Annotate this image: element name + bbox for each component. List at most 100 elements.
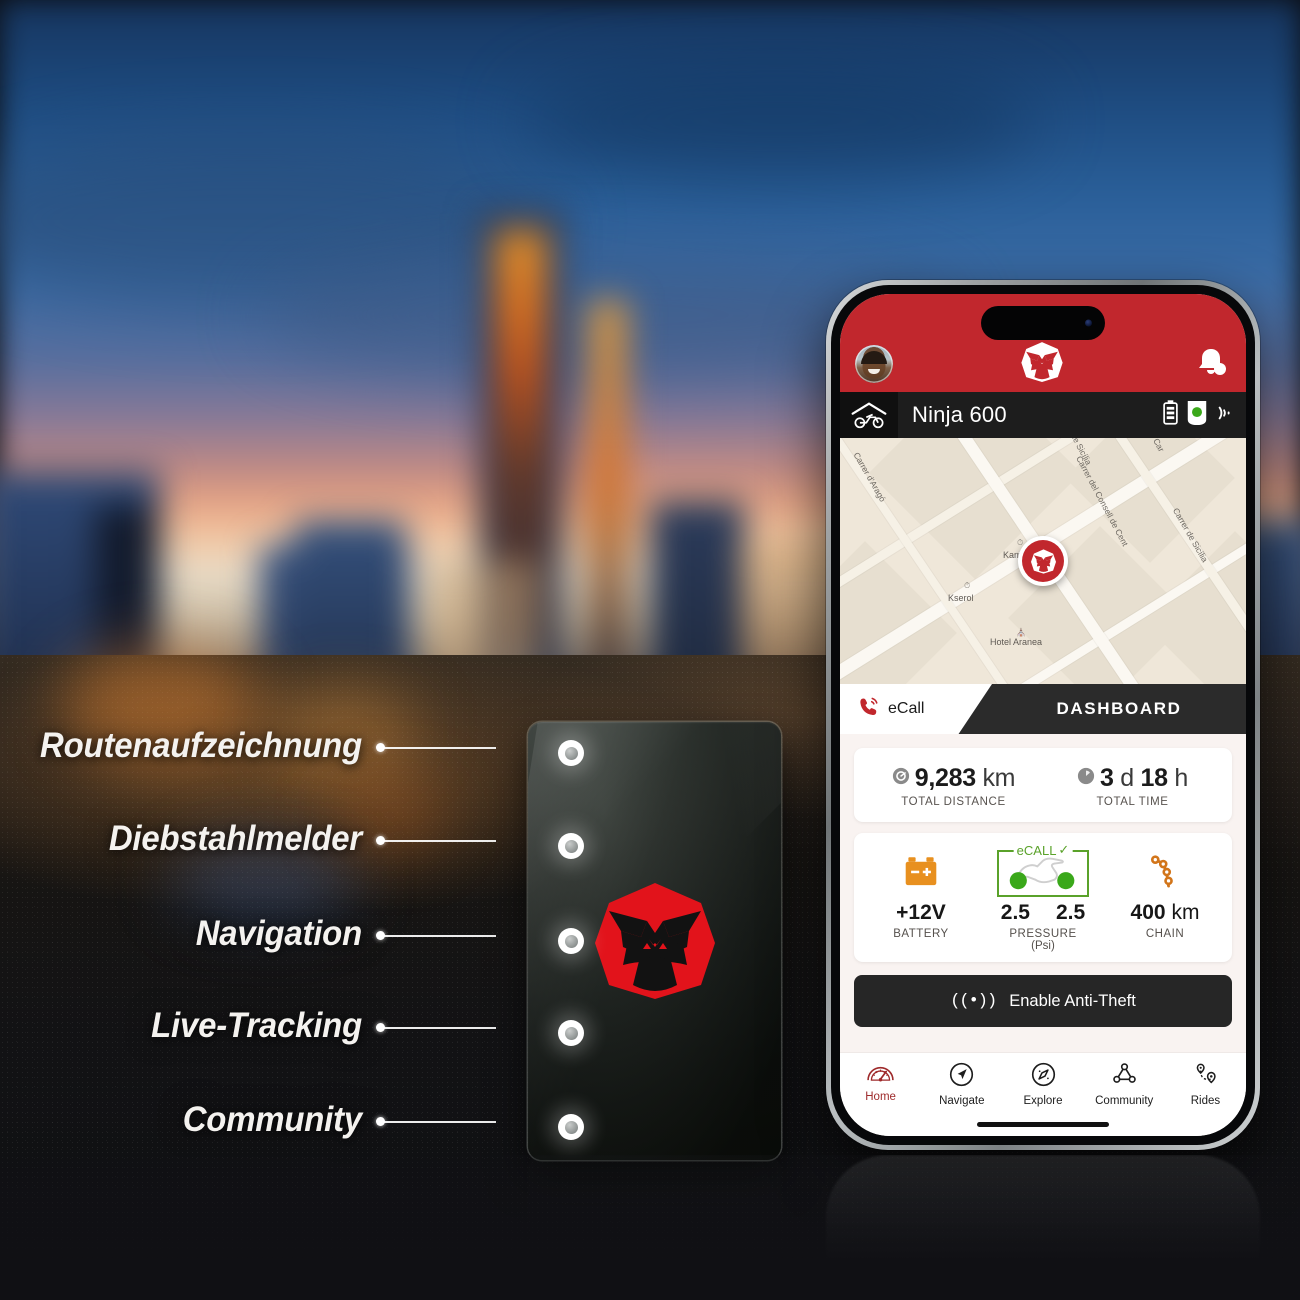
stat-pressure-caption: PRESSURE <box>1009 928 1077 940</box>
stat-chain-value: 400 km <box>1130 901 1200 924</box>
total-distance-row: 9,283 km <box>864 764 1043 793</box>
pressure-front-value: 2.5 <box>1000 901 1030 924</box>
stats-card: +12V BATTERY eCALL ✓ 2.5 2.5 PRESSURE (P… <box>854 833 1232 962</box>
device-port-icon <box>558 833 584 859</box>
nav-item-navigate[interactable]: Navigate <box>921 1062 1002 1107</box>
connector-line <box>384 840 496 842</box>
compass-icon <box>1031 1062 1056 1092</box>
stat-pressure-unit: (Psi) <box>1031 940 1055 952</box>
map-poi-label: Kserol <box>948 593 974 603</box>
total-time-caption: TOTAL TIME <box>1096 796 1169 808</box>
nav-item-community[interactable]: Community <box>1084 1062 1165 1107</box>
total-time-value: 3 d 18 h <box>1099 764 1188 792</box>
nav-item-explore[interactable]: Explore <box>1002 1062 1083 1107</box>
broadcast-icon: ((•)) <box>950 991 997 1011</box>
phone-screen: Ninja 600 Carrer d'Aragó de Sicília Carr… <box>840 294 1246 1136</box>
route-pins-icon <box>1193 1062 1218 1092</box>
total-time: 3 d 18 h TOTAL TIME <box>1043 764 1222 808</box>
totals-card: 9,283 km TOTAL DISTANCE 3 d 18 h TOTAL T… <box>854 748 1232 822</box>
pressure-values: 2.5 2.5 <box>1001 901 1085 925</box>
front-camera-icon <box>1085 319 1092 327</box>
device-port-icon <box>558 928 584 954</box>
tab-ecall[interactable]: eCall <box>840 684 992 734</box>
home-indicator <box>977 1122 1109 1127</box>
chain-icon <box>1150 845 1180 899</box>
vehicle-name: Ninja 600 <box>912 402 1007 427</box>
feature-connector <box>376 1020 496 1032</box>
gps-tracker-device <box>528 722 781 1160</box>
feature-callout: Routenaufzeichnung <box>0 718 496 774</box>
feature-connector <box>376 928 496 940</box>
tab-dashboard[interactable]: DASHBOARD <box>992 684 1246 734</box>
nav-item-navigate-label: Navigate <box>939 1095 985 1107</box>
feature-callout: Navigation <box>0 906 496 962</box>
gorilla-logo-icon[interactable] <box>1020 341 1064 383</box>
feature-label: Navigation <box>195 914 362 953</box>
tab-bar: eCall DASHBOARD <box>840 684 1246 734</box>
stat-battery-value: +12V <box>896 901 946 924</box>
speedometer-icon <box>892 767 910 790</box>
community-nodes-icon <box>1112 1062 1137 1092</box>
enable-anti-theft-button[interactable]: ((•)) Enable Anti-Theft <box>854 975 1232 1027</box>
map-poi-pin-icon: ⏱ <box>964 581 971 590</box>
gorilla-logo-icon <box>591 881 719 1001</box>
connector-line <box>384 1121 496 1123</box>
connector-line <box>384 747 496 749</box>
feature-connector <box>376 740 496 752</box>
feature-connector <box>376 833 496 845</box>
tab-ecall-label: eCall <box>888 700 925 717</box>
nav-item-rides[interactable]: Rides <box>1165 1062 1246 1107</box>
feature-label: Diebstahlmelder <box>108 819 362 858</box>
dashboard-panel: 9,283 km TOTAL DISTANCE 3 d 18 h TOTAL T… <box>840 734 1246 1052</box>
smartphone-mockup: Ninja 600 Carrer d'Aragó de Sicília Carr… <box>826 280 1260 1150</box>
feature-callout: Live-Tracking <box>0 998 496 1054</box>
navigate-arrow-icon <box>949 1062 974 1092</box>
map-view[interactable]: Carrer d'Aragó de Sicília Carrer del Con… <box>840 438 1246 684</box>
feature-callout: Diebstahlmelder <box>0 811 496 867</box>
map-poi-pin-icon: ⛪ <box>1016 628 1026 637</box>
nav-item-explore-label: Explore <box>1023 1095 1063 1107</box>
stat-battery: +12V BATTERY <box>860 845 982 952</box>
battery-icon <box>1163 400 1178 430</box>
garage-motorcycle-icon[interactable] <box>840 392 898 438</box>
feature-callout: Community <box>0 1092 496 1148</box>
notifications-button[interactable] <box>1191 343 1231 383</box>
enable-anti-theft-label: Enable Anti-Theft <box>1009 991 1136 1010</box>
total-distance: 9,283 km TOTAL DISTANCE <box>864 764 1043 808</box>
nav-item-rides-label: Rides <box>1190 1095 1221 1107</box>
stat-pressure: eCALL ✓ 2.5 2.5 PRESSURE (Psi) <box>982 842 1104 952</box>
feature-label: Live-Tracking <box>151 1006 362 1045</box>
connector-line <box>384 935 496 937</box>
tracker-online-icon <box>1185 399 1209 432</box>
pressure-rear-value: 2.5 <box>1056 901 1086 924</box>
ecall-box: eCALL ✓ <box>997 842 1089 897</box>
feature-label: Routenaufzeichnung <box>40 726 363 765</box>
gorilla-map-marker[interactable] <box>1018 536 1068 586</box>
avatar-hair <box>861 351 887 365</box>
speedometer-icon <box>866 1062 895 1088</box>
tab-dashboard-label: DASHBOARD <box>1056 699 1182 718</box>
motorcycle-tire-pressure-icon: eCALL ✓ <box>997 842 1089 899</box>
total-time-row: 3 d 18 h <box>1043 764 1222 793</box>
nav-item-home[interactable]: Home <box>840 1062 921 1103</box>
reflection-fade <box>0 1155 1300 1300</box>
clock-icon <box>1077 767 1095 790</box>
total-distance-value: 9,283 km <box>914 764 1016 792</box>
battery-12v-icon <box>903 845 939 899</box>
phone-call-icon <box>858 696 879 722</box>
stat-chain: 400 km CHAIN <box>1104 845 1226 952</box>
signal-waves-icon <box>1216 401 1234 430</box>
nav-item-home-label: Home <box>865 1091 896 1103</box>
nav-item-community-label: Community <box>1095 1095 1154 1107</box>
marker-ring <box>1022 540 1064 582</box>
feature-connector <box>376 1114 496 1126</box>
avatar[interactable] <box>855 345 893 383</box>
vehicle-bar[interactable]: Ninja 600 <box>840 392 1246 438</box>
surface-reflections <box>0 1155 1300 1300</box>
feature-label: Community <box>182 1100 362 1139</box>
stat-chain-caption: CHAIN <box>1145 928 1185 940</box>
dynamic-island <box>981 306 1105 340</box>
device-port-icon <box>558 1020 584 1046</box>
map-poi-label: Hotel Aranea <box>990 637 1043 647</box>
feature-callout-list: Routenaufzeichnung Diebstahlmelder Navig… <box>0 700 620 1160</box>
